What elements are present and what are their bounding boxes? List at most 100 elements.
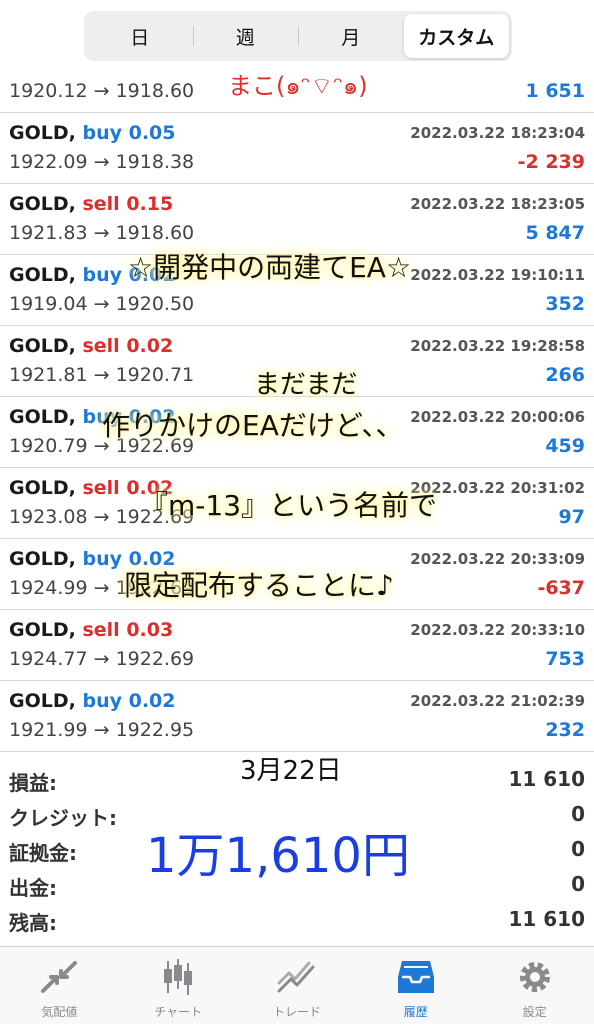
tab-quotes[interactable]: 気配値 xyxy=(0,947,119,1024)
trade-row[interactable]: GOLD, buy 0.05 2022.03.22 18:23:04 1922.09… xyxy=(0,113,594,184)
trade-volume: 0.02 xyxy=(128,264,176,286)
trade-time: 2022.03.22 21:02:39 xyxy=(410,692,585,710)
summary-label: 損益: xyxy=(9,771,57,795)
trade-prices: 1924.77 → 1922.69 xyxy=(9,648,195,670)
summary-label: クレジット: xyxy=(9,806,117,830)
trade-time: 2022.03.22 18:23:05 xyxy=(410,195,585,213)
tab-label: トレード xyxy=(272,1005,321,1019)
trade-volume: 0.02 xyxy=(128,406,176,428)
symbol-name: GOLD, xyxy=(9,193,76,215)
trade-volume: 0.05 xyxy=(128,122,176,144)
trade-prices: 1921.99 → 1922.95 xyxy=(9,719,195,741)
trade-row[interactable]: GOLD, buy 0.02 2022.03.22 21:02:39 1921.99… xyxy=(0,681,594,752)
trade-profit: 97 xyxy=(558,506,585,528)
trade-profit: 352 xyxy=(545,293,585,315)
symbol-name: GOLD, xyxy=(9,548,76,570)
trade-side: sell xyxy=(82,619,120,641)
settings-icon xyxy=(519,962,550,992)
trade-side: buy xyxy=(82,406,122,428)
tab-label: チャート xyxy=(154,1005,203,1019)
tab-label: 気配値 xyxy=(41,1005,78,1019)
trade-symbol: GOLD, buy 0.02 xyxy=(9,690,176,712)
trade-row[interactable]: GOLD, sell 0.02 2022.03.22 19:28:58 1921.8… xyxy=(0,326,594,397)
trade-row[interactable]: GOLD, sell 0.03 2022.03.22 20:33:10 1924.7… xyxy=(0,610,594,681)
tab-label: 履歴 xyxy=(403,1005,428,1019)
summary-label: 出金: xyxy=(9,876,57,900)
segment-day[interactable]: 日 xyxy=(87,14,193,58)
symbol-name: GOLD, xyxy=(9,122,76,144)
history-icon xyxy=(397,961,434,993)
trade-profit: 266 xyxy=(545,364,585,386)
trade-symbol: GOLD, sell 0.03 xyxy=(9,619,173,641)
summary-row: 損益: 11 610 xyxy=(0,763,594,798)
trade-side: buy xyxy=(82,548,122,570)
trade-side: buy xyxy=(82,122,122,144)
trade-time: 2022.03.22 20:33:10 xyxy=(410,621,585,639)
tab-label: 設定 xyxy=(522,1005,547,1019)
summary-value: 0 xyxy=(571,837,585,861)
trade-profit: 1 651 xyxy=(525,80,586,102)
summary-row: 残高: 11 610 xyxy=(0,903,594,938)
trade-row[interactable]: GOLD, buy 0.02 2022.03.22 19:10:11 1919.04… xyxy=(0,255,594,326)
trade-prices: 1920.79 → 1922.69 xyxy=(9,435,195,457)
trade-icon xyxy=(277,961,315,993)
trade-side: sell xyxy=(82,335,120,357)
trade-prices: 1923.08 → 1922.69 xyxy=(9,506,195,528)
quotes-icon xyxy=(41,961,78,993)
summary-row: クレジット: 0 xyxy=(0,798,594,833)
trade-side: sell xyxy=(82,477,120,499)
symbol-name: GOLD, xyxy=(9,406,76,428)
symbol-name: GOLD, xyxy=(9,335,76,357)
trade-prices: 1921.81 → 1920.71 xyxy=(9,364,195,386)
segment-month[interactable]: 月 xyxy=(298,14,404,58)
trade-prices: 1924.99 → 1922.69 xyxy=(9,577,195,599)
trade-row[interactable]: GOLD, buy 0.02 2022.03.22 20:33:09 1924.99… xyxy=(0,539,594,610)
trade-symbol: GOLD, buy 0.02 xyxy=(9,406,176,428)
trade-volume: 0.02 xyxy=(128,548,176,570)
tab-history[interactable]: 履歴 xyxy=(356,947,475,1024)
tab-trade[interactable]: トレード xyxy=(238,947,357,1024)
trade-symbol: GOLD, buy 0.02 xyxy=(9,548,176,570)
chart-icon xyxy=(164,959,193,995)
summary-row: 証拠金: 0 xyxy=(0,833,594,868)
summary-value: 11 610 xyxy=(508,907,585,931)
tab-chart[interactable]: チャート xyxy=(119,947,238,1024)
trade-profit: -637 xyxy=(537,577,585,599)
summary-value: 0 xyxy=(571,872,585,896)
period-segmented-control: 日 週 月 カスタム xyxy=(84,11,512,61)
trade-profit: 5 847 xyxy=(525,222,586,244)
trade-volume: 0.02 xyxy=(126,335,174,357)
trade-volume: 0.03 xyxy=(126,619,174,641)
trade-profit: 232 xyxy=(545,719,585,741)
trade-row-partial[interactable]: 1920.12 → 1918.60 1 651 xyxy=(0,68,594,113)
trade-history-list: 1920.12 → 1918.60 1 651 GOLD, buy 0.05 20… xyxy=(0,68,594,752)
trade-row[interactable]: GOLD, buy 0.02 2022.03.22 20:00:06 1920.79… xyxy=(0,397,594,468)
segment-custom[interactable]: カスタム xyxy=(403,14,509,58)
trade-prices: 1920.12 → 1918.60 xyxy=(9,80,195,102)
trade-volume: 0.15 xyxy=(126,193,174,215)
symbol-name: GOLD, xyxy=(9,690,76,712)
summary-value: 11 610 xyxy=(508,767,585,791)
trade-profit: 459 xyxy=(545,435,585,457)
summary-value: 0 xyxy=(571,802,585,826)
symbol-name: GOLD, xyxy=(9,264,76,286)
tab-settings[interactable]: 設定 xyxy=(475,947,594,1024)
symbol-name: GOLD, xyxy=(9,619,76,641)
summary-label: 残高: xyxy=(9,911,57,935)
trade-row[interactable]: GOLD, sell 0.02 2022.03.22 20:31:02 1923.0… xyxy=(0,468,594,539)
trade-row[interactable]: GOLD, sell 0.15 2022.03.22 18:23:05 1921.8… xyxy=(0,184,594,255)
symbol-name: GOLD, xyxy=(9,477,76,499)
trade-side: buy xyxy=(82,690,122,712)
trade-volume: 0.02 xyxy=(126,477,174,499)
account-summary: 損益: 11 610 クレジット: 0 証拠金: 0 出金: 0 残高: 11 610 xyxy=(0,763,594,938)
trade-time: 2022.03.22 20:00:06 xyxy=(410,408,585,426)
trade-time: 2022.03.22 18:23:04 xyxy=(410,124,585,142)
trade-prices: 1922.09 → 1918.38 xyxy=(9,151,195,173)
trade-symbol: GOLD, buy 0.05 xyxy=(9,122,176,144)
trade-time: 2022.03.22 20:33:09 xyxy=(410,550,585,568)
trade-side: buy xyxy=(82,264,122,286)
summary-label: 証拠金: xyxy=(9,841,77,865)
trade-symbol: GOLD, sell 0.02 xyxy=(9,335,173,357)
segment-week[interactable]: 週 xyxy=(192,14,299,58)
trade-prices: 1919.04 → 1920.50 xyxy=(9,293,195,315)
